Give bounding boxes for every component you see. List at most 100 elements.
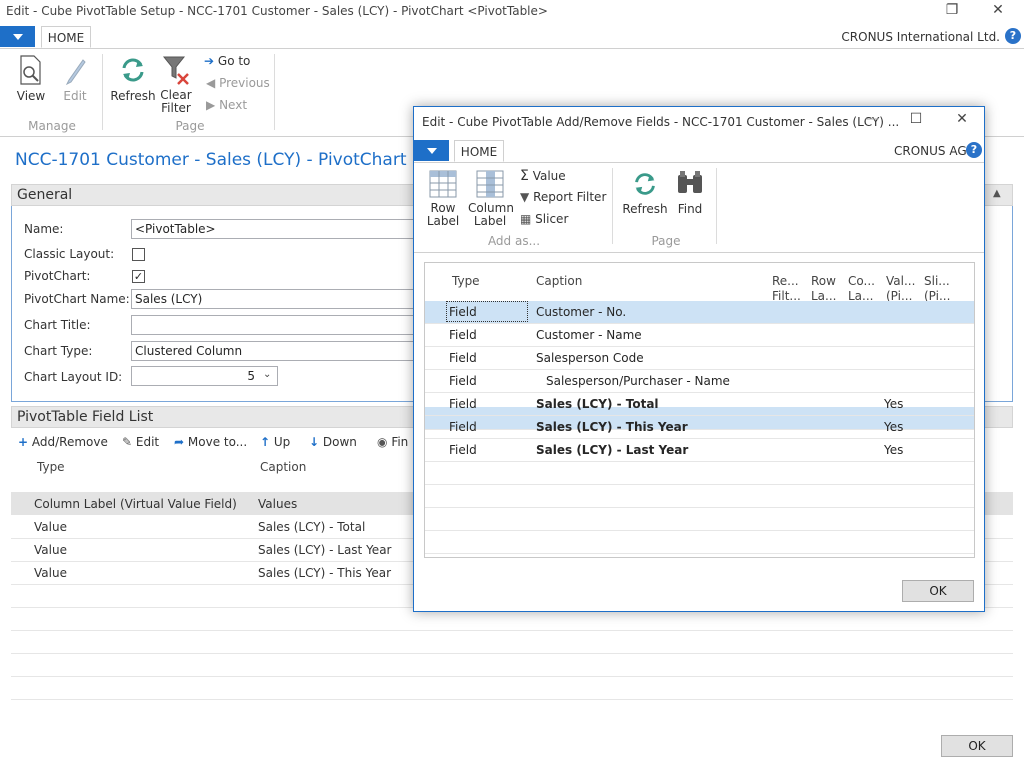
row-value-flag: Yes	[884, 397, 904, 411]
previous-button[interactable]: ◀ Previous	[206, 76, 270, 90]
row-label-button[interactable]: Row Label	[424, 169, 462, 228]
grid-header-co-1: Co...	[848, 274, 875, 288]
empty-row	[425, 508, 974, 531]
dialog-company-name: CRONUS AG	[894, 144, 967, 158]
refresh-icon	[122, 58, 144, 82]
restore-icon[interactable]: ❐	[940, 2, 964, 18]
column-label-line1: Column	[468, 201, 514, 215]
dialog-tab-home[interactable]: HOME	[454, 140, 504, 162]
column-header-caption[interactable]: Caption	[260, 460, 306, 474]
slicer-button[interactable]: ▦ Slicer	[520, 212, 568, 226]
checkmark-icon: ✓	[133, 270, 144, 283]
column-label-text: Column Label	[468, 201, 514, 228]
clear-filter-button[interactable]: Clear Filter	[157, 54, 195, 115]
classic-layout-checkbox[interactable]	[132, 248, 145, 261]
grid-header-row-label[interactable]: Row La...	[811, 274, 836, 304]
move-arrow-icon: ➦	[174, 435, 185, 449]
row-type: Field	[449, 305, 477, 319]
empty-row	[425, 462, 974, 485]
report-filter-button[interactable]: ▼ Report Filter	[520, 190, 606, 204]
page-group-label: Page	[175, 119, 205, 133]
table-row[interactable]: Field Sales (LCY) - Last Year Yes	[425, 439, 974, 462]
empty-row	[425, 485, 974, 508]
add-remove-button[interactable]: + Add/Remove	[18, 435, 108, 449]
view-button[interactable]: View	[14, 54, 48, 103]
row-label-line2: Label	[426, 214, 460, 228]
table-row[interactable]: Field Salesperson Code	[425, 347, 974, 370]
down-button[interactable]: ↓ Down	[309, 435, 357, 449]
chart-type-field[interactable]: Clustered Column	[131, 341, 421, 361]
chart-layout-value: 5	[247, 369, 255, 383]
chart-layout-field[interactable]: 5	[131, 366, 278, 386]
dialog-app-menu-button[interactable]	[414, 140, 449, 161]
page-title: NCC-1701 Customer - Sales (LCY) - PivotC…	[15, 150, 451, 170]
grid-header-caption[interactable]: Caption	[536, 274, 582, 288]
up-label: Up	[273, 435, 291, 449]
triangle-left-icon: ◀	[206, 76, 216, 90]
slicer-label: Slicer	[535, 212, 569, 226]
arrow-up-icon: ↑	[260, 435, 271, 449]
chart-layout-label: Chart Layout ID:	[24, 370, 123, 384]
refresh-button[interactable]: Refresh	[110, 54, 156, 103]
column-label-icon	[476, 170, 504, 198]
app-menu-button[interactable]	[0, 26, 35, 47]
clear-filter-label: Clear Filter	[157, 89, 195, 115]
move-to-button[interactable]: ➦ Move to...	[174, 435, 247, 449]
add-as-group-label: Add as...	[487, 234, 541, 248]
find-button[interactable]: ◉ Fin	[377, 435, 408, 449]
binoculars-icon: ◉	[377, 435, 388, 449]
move-to-label: Move to...	[187, 435, 248, 449]
dialog-ok-button[interactable]: OK	[902, 580, 974, 602]
table-row[interactable]: Field Salesperson/Purchaser - Name	[425, 370, 974, 393]
clear-label: Clear	[160, 88, 192, 102]
refresh-icon	[635, 173, 655, 195]
edit-button[interactable]: Edit	[58, 54, 92, 103]
ok-button[interactable]: OK	[941, 735, 1013, 757]
row-caption: Sales (LCY) - Last Year	[536, 443, 689, 457]
dialog-close-icon[interactable]: ✕	[949, 111, 975, 127]
find-label: Fin	[391, 435, 409, 449]
edit-action-button[interactable]: ✎ Edit	[122, 435, 159, 449]
dialog-help-icon[interactable]: ?	[966, 142, 982, 158]
collapse-icon[interactable]: ▲	[993, 188, 1001, 199]
chart-title-field[interactable]	[131, 315, 421, 335]
grid-header-val-1: Val...	[886, 274, 916, 288]
column-label-button[interactable]: Column Label	[468, 169, 514, 228]
grid-header-value[interactable]: Val... (Pi...	[886, 274, 915, 304]
dialog-refresh-button[interactable]: Refresh	[622, 169, 668, 216]
go-to-button[interactable]: ➔ Go to	[204, 54, 250, 68]
grid-header-type[interactable]: Type	[452, 274, 480, 288]
row-caption: Sales (LCY) - This Year	[536, 420, 688, 434]
pivotchart-label: PivotChart:	[24, 269, 91, 283]
table-row[interactable]: Field Sales (LCY) - This Year Yes	[425, 416, 974, 439]
next-button[interactable]: ▶ Next	[206, 98, 247, 112]
pivotchart-checkbox[interactable]: ✓	[132, 270, 145, 283]
maximize-icon[interactable]: ☐	[903, 111, 929, 127]
table-row[interactable]: Field Sales (LCY) - Total Yes	[425, 393, 974, 416]
row-caption: Sales (LCY) - This Year	[258, 566, 392, 580]
column-header-type[interactable]: Type	[37, 460, 65, 474]
dialog-find-button[interactable]: Find	[672, 169, 708, 216]
table-row[interactable]: Field Customer - No.	[425, 301, 974, 324]
value-label: Value	[532, 169, 566, 183]
name-field[interactable]: <PivotTable>	[131, 219, 421, 239]
edit-action-label: Edit	[135, 435, 160, 449]
grid-header-column-label[interactable]: Co... La...	[848, 274, 875, 304]
sigma-icon: Σ	[520, 168, 529, 184]
grid-header-report-filter[interactable]: Re... Filt...	[772, 274, 801, 304]
help-icon[interactable]: ?	[1005, 28, 1021, 44]
chart-type-label: Chart Type:	[24, 344, 93, 358]
table-row[interactable]: Field Customer - Name	[425, 324, 974, 347]
value-button[interactable]: Σ Value	[520, 168, 566, 184]
close-icon[interactable]: ✕	[986, 2, 1010, 18]
tab-home[interactable]: HOME	[41, 26, 91, 48]
window-title: Edit - Cube PivotTable Setup - NCC-1701 …	[6, 4, 548, 18]
chevron-down-icon[interactable]: ⌄	[263, 369, 271, 380]
minimize-icon[interactable]: —	[859, 111, 885, 127]
add-remove-fields-dialog: Edit - Cube PivotTable Add/Remove Fields…	[413, 106, 985, 612]
up-button[interactable]: ↑ Up	[260, 435, 290, 449]
ribbon-divider	[716, 168, 717, 244]
pivotchart-name-field[interactable]: Sales (LCY)	[131, 289, 421, 309]
grid-header-slicer[interactable]: Sli... (Pi...	[924, 274, 950, 304]
chart-title-label: Chart Title:	[24, 318, 91, 332]
